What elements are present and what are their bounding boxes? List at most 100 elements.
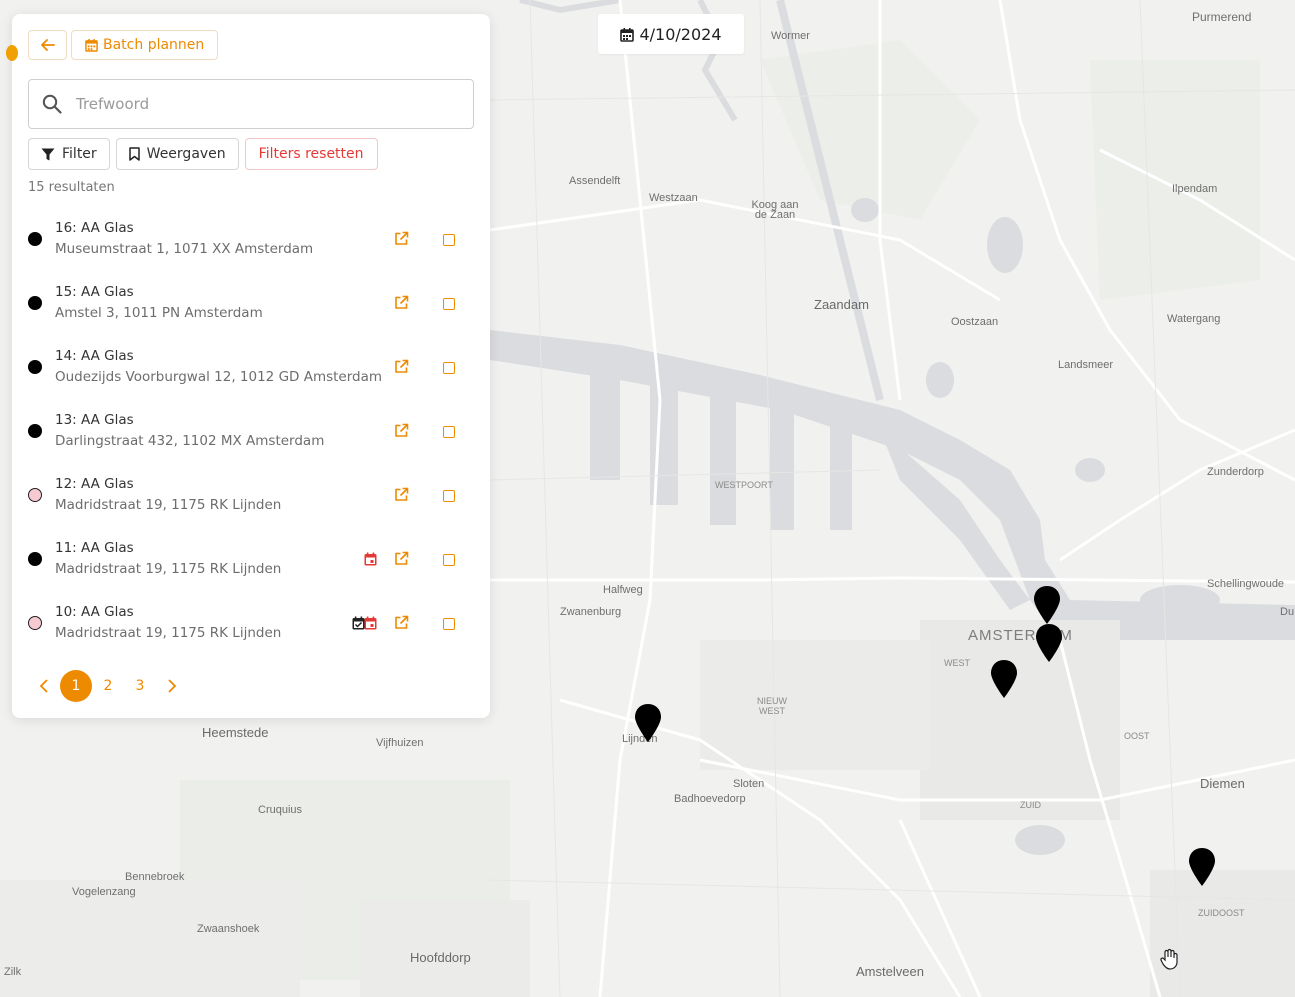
map-label: Halfweg: [603, 584, 643, 596]
select-checkbox[interactable]: [443, 554, 455, 566]
chevron-left-icon: [39, 679, 48, 693]
select-checkbox[interactable]: [443, 298, 455, 310]
filter-button[interactable]: Filter: [28, 138, 110, 170]
item-address: Amstel 3, 1011 PN Amsterdam: [55, 305, 263, 321]
map-label: Heemstede: [202, 725, 269, 740]
calendar-icon: [85, 38, 98, 52]
item-address: Madridstraat 19, 1175 RK Lijnden: [55, 497, 282, 513]
map-label: Sloten: [733, 778, 765, 790]
list-item[interactable]: 14: AA Glas Oudezijds Voorburgwal 12, 10…: [12, 338, 490, 402]
external-link-icon[interactable]: [394, 423, 409, 438]
item-title: 14: AA Glas: [55, 348, 134, 364]
list-item[interactable]: 15: AA Glas Amstel 3, 1011 PN Amsterdam: [12, 274, 490, 338]
views-label: Weergaven: [146, 146, 226, 162]
status-dot: [28, 424, 42, 438]
batch-plan-button[interactable]: Batch plannen: [71, 30, 219, 60]
external-link-icon[interactable]: [394, 231, 409, 246]
page-button[interactable]: 3: [124, 670, 156, 702]
item-title: 15: AA Glas: [55, 284, 134, 300]
reset-filters-label: Filters resetten: [258, 146, 364, 162]
map-label: Amstelveen: [856, 964, 924, 979]
select-checkbox[interactable]: [443, 362, 455, 374]
map-label: Diemen: [1200, 776, 1245, 791]
map-label: Wormer: [771, 30, 810, 42]
map-label: Zaandam: [814, 297, 869, 312]
list-item[interactable]: 12: AA Glas Madridstraat 19, 1175 RK Lij…: [12, 466, 490, 530]
external-link-icon[interactable]: [394, 487, 409, 502]
arrow-left-icon: [40, 39, 55, 51]
external-link-icon[interactable]: [394, 295, 409, 310]
calendar-icon: [620, 27, 635, 42]
external-link-icon[interactable]: [394, 359, 409, 374]
map-marker[interactable]: [1188, 847, 1216, 887]
map-label: Koog aan de Zaan: [751, 199, 799, 221]
list-item[interactable]: 13: AA Glas Darlingstraat 432, 1102 MX A…: [12, 402, 490, 466]
map-label: Du: [1280, 606, 1295, 618]
back-button[interactable]: [28, 30, 67, 60]
map-label: Oostzaan: [951, 316, 999, 328]
map-label: Hoofddorp: [410, 950, 471, 965]
date-chip[interactable]: 4/10/2024: [598, 14, 744, 54]
results-count: 15 resultaten: [28, 180, 115, 195]
item-address: Madridstraat 19, 1175 RK Lijnden: [55, 625, 282, 641]
calendar-red-icon: [364, 616, 377, 630]
next-page-button[interactable]: [156, 670, 188, 702]
item-title: 11: AA Glas: [55, 540, 134, 556]
bookmark-icon: [128, 147, 140, 161]
external-link-icon[interactable]: [394, 615, 409, 630]
external-link-icon[interactable]: [394, 551, 409, 566]
reset-filters-button[interactable]: Filters resetten: [244, 138, 378, 170]
map-label: Schellingwoude: [1207, 578, 1285, 590]
item-address: Darlingstraat 432, 1102 MX Amsterdam: [55, 433, 325, 449]
results-list: 16: AA Glas Museumstraat 1, 1071 XX Amst…: [12, 210, 490, 658]
map-marker[interactable]: [634, 703, 662, 743]
map-label: Assendelft: [569, 175, 621, 187]
funnel-icon: [41, 148, 55, 160]
status-dot: [28, 616, 42, 630]
list-item[interactable]: 16: AA Glas Museumstraat 1, 1071 XX Amst…: [12, 210, 490, 274]
filter-label: Filter: [62, 146, 97, 162]
status-dot: [28, 232, 42, 246]
list-item[interactable]: 10: AA Glas Madridstraat 19, 1175 RK Lij…: [12, 594, 490, 658]
page-button[interactable]: 2: [92, 670, 124, 702]
map-label: Vogelenzang: [72, 886, 136, 898]
date-label: 4/10/2024: [639, 24, 722, 44]
map-marker[interactable]: [1033, 585, 1061, 625]
map-marker[interactable]: [990, 659, 1018, 699]
map-marker[interactable]: [1035, 623, 1063, 663]
prev-page-button[interactable]: [28, 670, 60, 702]
pagination: 1 2 3: [28, 670, 188, 702]
map-label: Cruquius: [258, 804, 303, 816]
item-title: 13: AA Glas: [55, 412, 134, 428]
map-label: Zwanenburg: [560, 606, 622, 618]
status-dot: [28, 360, 42, 374]
item-address: Madridstraat 19, 1175 RK Lijnden: [55, 561, 282, 577]
map-label: Vijfhuizen: [376, 737, 424, 749]
item-address: Museumstraat 1, 1071 XX Amsterdam: [55, 241, 314, 257]
search-box[interactable]: [28, 79, 474, 129]
map-label: Zwaanshoek: [197, 923, 260, 935]
status-dot: [28, 296, 42, 310]
select-checkbox[interactable]: [443, 426, 455, 438]
calendar-red-icon: [364, 552, 377, 566]
status-dot: [28, 488, 42, 502]
select-checkbox[interactable]: [443, 618, 455, 630]
map-label: ZUIDOOST: [1198, 908, 1245, 918]
map-label: OOST: [1124, 731, 1150, 741]
panel-toolbar: Batch plannen: [28, 30, 219, 60]
list-item[interactable]: 11: AA Glas Madridstraat 19, 1175 RK Lij…: [12, 530, 490, 594]
page-button[interactable]: 1: [60, 670, 92, 702]
map-label: Bennebroek: [125, 871, 185, 883]
map-label: Zunderdorp: [1207, 466, 1264, 478]
search-icon: [42, 94, 62, 114]
select-checkbox[interactable]: [443, 490, 455, 502]
item-address: Oudezijds Voorburgwal 12, 1012 GD Amster…: [55, 369, 383, 385]
hand-cursor-icon: [1160, 948, 1178, 970]
panel-toggle-dot[interactable]: [6, 45, 18, 61]
views-button[interactable]: Weergaven: [115, 138, 239, 170]
map-label: WEST: [944, 658, 970, 668]
select-checkbox[interactable]: [443, 234, 455, 246]
search-input[interactable]: [74, 94, 438, 114]
results-panel: Batch plannen Filter Weergaven Filters r…: [6, 14, 490, 718]
map-label: WESTPOORT: [715, 480, 773, 490]
